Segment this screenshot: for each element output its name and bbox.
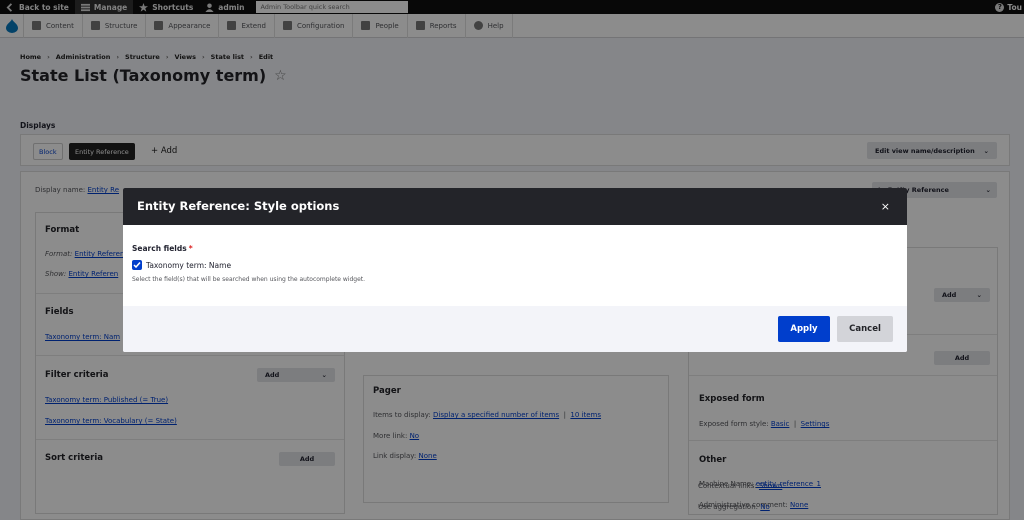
required-marker: * xyxy=(188,244,193,253)
search-fields-label: Search fields * xyxy=(132,244,193,253)
taxonomy-name-checkbox[interactable] xyxy=(132,260,142,270)
apply-button[interactable]: Apply xyxy=(778,316,830,342)
cancel-button[interactable]: Cancel xyxy=(837,316,893,342)
style-options-dialog: Entity Reference: Style options × Search… xyxy=(123,188,907,352)
close-icon[interactable]: × xyxy=(881,200,890,213)
dialog-footer: Apply Cancel xyxy=(123,306,907,352)
field-description: Select the field(s) that will be searche… xyxy=(132,276,366,283)
dialog-header: Entity Reference: Style options × xyxy=(123,188,907,225)
checkmark-icon xyxy=(133,262,141,269)
dialog-title: Entity Reference: Style options xyxy=(137,199,340,213)
search-fields-label-text: Search fields xyxy=(132,244,187,253)
checkbox-label[interactable]: Taxonomy term: Name xyxy=(146,261,231,270)
